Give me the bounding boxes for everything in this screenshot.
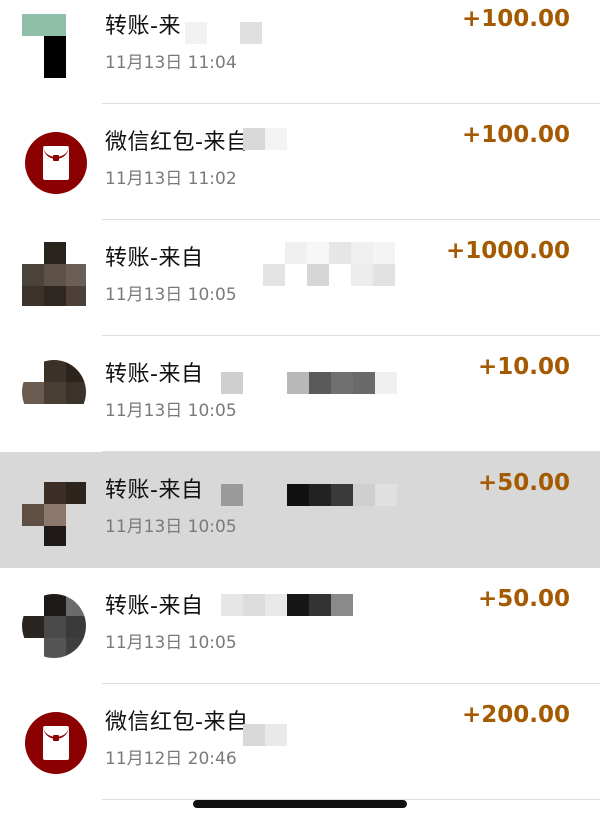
transaction-time: 11月12日 20:46 bbox=[105, 749, 237, 769]
transaction-title: 转账-来自 bbox=[105, 362, 204, 387]
transaction-row[interactable]: 转账-来自 11月13日 10:05 +50.00 bbox=[0, 568, 600, 684]
transaction-list: 转账-来 11月13日 11:04 +100.00 微信红包-来自 11月13日… bbox=[0, 0, 600, 818]
transaction-time: 11月13日 11:02 bbox=[105, 169, 237, 189]
transaction-title: 转账-来自 bbox=[105, 246, 204, 271]
user-avatar bbox=[22, 242, 86, 306]
transaction-row[interactable]: 微信红包-来自 11月13日 11:02 +100.00 bbox=[0, 104, 600, 220]
transaction-time: 11月13日 10:05 bbox=[105, 517, 237, 537]
transaction-amount: +10.00 bbox=[477, 354, 570, 380]
transaction-title: 微信红包-来自 bbox=[105, 710, 249, 735]
transaction-row[interactable]: 微信红包-来自 11月12日 20:46 +200.00 bbox=[0, 684, 600, 800]
transaction-row[interactable]: 转账-来自 11月13日 10:05 +10.00 bbox=[0, 336, 600, 452]
user-avatar bbox=[22, 360, 86, 424]
transaction-amount: +50.00 bbox=[477, 470, 570, 496]
red-packet-icon bbox=[25, 132, 87, 194]
transaction-row[interactable]: 转账-来自 11月13日 10:05 +1000.00 bbox=[0, 220, 600, 336]
transaction-title: 微信红包-来自 bbox=[105, 130, 249, 155]
transaction-row[interactable]: 转账-来 11月13日 11:04 +100.00 bbox=[0, 0, 600, 104]
red-packet-icon bbox=[25, 712, 87, 774]
user-avatar bbox=[22, 482, 86, 546]
transaction-amount: +50.00 bbox=[477, 586, 570, 612]
transaction-time: 11月13日 10:05 bbox=[105, 401, 237, 421]
transaction-amount: +100.00 bbox=[461, 122, 570, 148]
transaction-title: 转账-来自 bbox=[105, 478, 204, 503]
transaction-amount: +1000.00 bbox=[445, 238, 570, 264]
transaction-time: 11月13日 10:05 bbox=[105, 633, 237, 653]
transaction-title: 转账-来自 bbox=[105, 594, 204, 619]
user-avatar bbox=[22, 14, 86, 78]
transaction-row-selected[interactable]: 转账-来自 11月13日 10:05 +50.00 bbox=[0, 452, 600, 568]
transaction-time: 11月13日 10:05 bbox=[105, 285, 237, 305]
home-indicator[interactable] bbox=[193, 800, 407, 808]
transaction-amount: +200.00 bbox=[461, 702, 570, 728]
transaction-time: 11月13日 11:04 bbox=[105, 53, 237, 73]
transaction-amount: +100.00 bbox=[461, 6, 570, 32]
user-avatar bbox=[22, 594, 86, 658]
transaction-title: 转账-来 bbox=[105, 14, 181, 39]
